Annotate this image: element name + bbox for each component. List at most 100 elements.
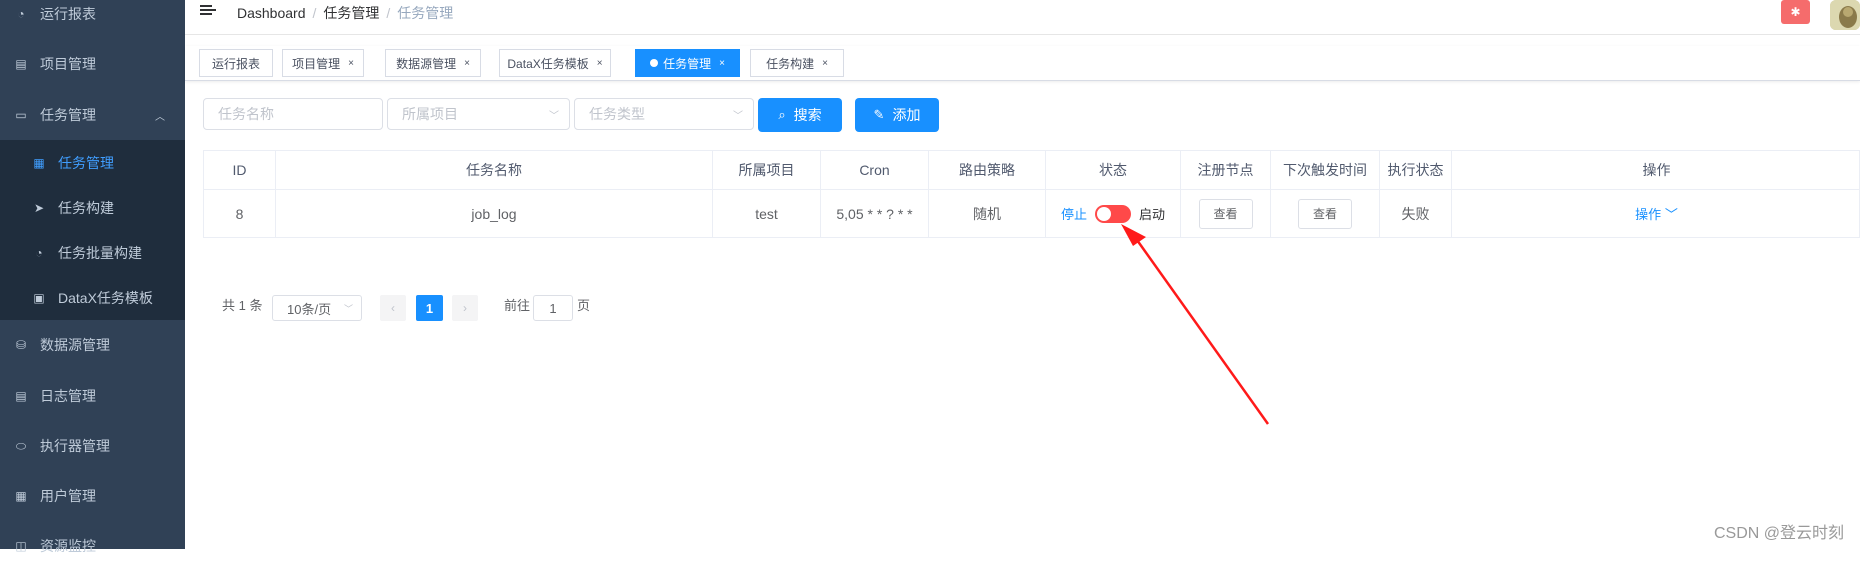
page-size-select[interactable]: 10条/页 ﹀ (272, 295, 362, 321)
tags-view: 运行报表 项目管理 × 数据源管理 × DataX任务模板 × 任务管理 × 任务构建 × (185, 46, 1860, 81)
sidebar: ◔ 运行报表 ▤ 项目管理 ▭ 任务管理 ︿ ▦ 任务管理 ➤ 任务构建 ◔ 任… (0, 0, 185, 554)
breadcrumb-current: 任务管理 (397, 5, 454, 21)
breadcrumb: Dashboard / 任务管理 / 任务管理 (237, 5, 454, 21)
bug-icon[interactable]: ✱ (1781, 0, 1810, 24)
column-header: 执行状态 (1380, 151, 1452, 189)
project-icon: ▤ (15, 57, 27, 71)
tag-task-build[interactable]: 任务构建 × (750, 49, 844, 77)
column-header: 下次触发时间 (1271, 151, 1380, 189)
tag-project[interactable]: 项目管理 × (282, 49, 364, 77)
dashboard-icon: ◔ (35, 245, 43, 260)
avatar[interactable] (1830, 0, 1860, 30)
cell-status: 停止 启动 (1046, 189, 1181, 238)
sidebar-item-label: 用户管理 (40, 488, 96, 504)
sidebar-item-log[interactable]: ▤ 日志管理 (0, 371, 185, 421)
sidebar-subitem-task-build[interactable]: ➤ 任务构建 (0, 185, 185, 230)
monitor-icon: ▭ (15, 108, 27, 122)
annotation-arrow (1121, 224, 1270, 425)
database-icon: ⛁ (15, 338, 27, 352)
cell-cron: 5,05 * * ? * * (821, 189, 929, 238)
column-header: 操作 (1642, 162, 1671, 178)
user-table-icon: ▦ (15, 489, 27, 503)
status-off-label[interactable]: 停止 (1061, 204, 1087, 223)
column-header: Cron (821, 151, 929, 189)
close-icon[interactable]: × (719, 58, 725, 69)
close-icon[interactable]: × (348, 58, 354, 69)
tag-datax-template[interactable]: DataX任务模板 × (499, 49, 611, 77)
sidebar-subitem-label: 任务管理 (58, 154, 114, 171)
cell-project: test (713, 189, 821, 238)
close-icon[interactable]: × (464, 58, 470, 69)
edit-icon: ✎ (873, 107, 885, 122)
page-unit-label: 页 (577, 298, 591, 313)
executor-icon: ⬭ (15, 438, 27, 453)
task-name-input[interactable]: 任务名称 (203, 98, 383, 130)
sidebar-item-datasource[interactable]: ⛁ 数据源管理 (0, 320, 185, 370)
tag-task-manage[interactable]: 任务管理 × (635, 49, 740, 77)
project-select[interactable]: 所属项目 ﹀ (387, 98, 570, 130)
watermark: CSDN @登云时刻 (1713, 525, 1844, 542)
clipboard-icon: ▣ (33, 290, 45, 305)
task-type-select[interactable]: 任务类型 ﹀ (574, 98, 754, 130)
sidebar-subitem-task-batch-build[interactable]: ◔ 任务批量构建 (0, 230, 185, 275)
sidebar-subitem-datax-template[interactable]: ▣ DataX任务模板 (0, 275, 185, 320)
column-header: 注册节点 (1181, 151, 1271, 189)
cell-route: 随机 (929, 189, 1046, 238)
page-number[interactable]: 1 (416, 295, 443, 321)
send-icon: ➤ (33, 200, 45, 215)
sidebar-item-resource[interactable]: ◫ 资源监控 (0, 521, 185, 571)
sidebar-subitem-task-manage[interactable]: ▦ 任务管理 (0, 140, 185, 185)
search-button[interactable]: ⌕ 搜索 (758, 98, 842, 132)
tag-report[interactable]: 运行报表 (199, 49, 273, 77)
sidebar-item-label: 资源监控 (40, 538, 96, 554)
add-button[interactable]: ✎ 添加 (855, 98, 939, 132)
sidebar-item-task[interactable]: ▭ 任务管理 ︿ (0, 90, 185, 140)
close-icon[interactable]: × (822, 58, 828, 69)
sidebar-item-label: 执行器管理 (40, 438, 110, 454)
column-header: 路由策略 (929, 151, 1046, 189)
cell-register-node: 查看 (1181, 189, 1271, 238)
breadcrumb-item: 任务管理 (323, 5, 380, 21)
sidebar-subitem-label: DataX任务模板 (58, 289, 153, 306)
sidebar-subitem-label: 任务构建 (58, 199, 114, 216)
view-next-trigger-button[interactable]: 查看 (1298, 198, 1352, 229)
goto-label: 前往 (504, 298, 531, 313)
sidebar-item-label: 项目管理 (40, 56, 96, 72)
dashboard-icon: ◔ (17, 7, 25, 21)
tag-datasource[interactable]: 数据源管理 × (385, 49, 481, 77)
chevron-down-icon: ﹀ (549, 111, 559, 122)
hamburger-icon[interactable] (200, 3, 216, 17)
breadcrumb-item[interactable]: Dashboard (237, 5, 306, 21)
column-header: 任务名称 (276, 151, 713, 189)
navbar: Dashboard / 任务管理 / 任务管理 (185, 0, 1860, 35)
cell-action: 操作 ﹀ (1452, 189, 1860, 238)
goto-page-input[interactable]: 1 (533, 295, 573, 321)
task-table: ID 任务名称 所属项目 Cron 路由策略 状态 注册节点 下次触发时间 执行… (203, 150, 1860, 238)
column-header: 所属项目 (713, 151, 821, 189)
column-header: 状态 (1046, 151, 1181, 189)
sidebar-item-user[interactable]: ▦ 用户管理 (0, 471, 185, 521)
chevron-down-icon: ﹀ (733, 111, 743, 122)
search-icon: ⌕ (778, 107, 786, 122)
sidebar-item-executor[interactable]: ⬭ 执行器管理 (0, 421, 185, 471)
sidebar-item-label: 任务管理 (40, 107, 96, 123)
cell-exec-status: 失败 (1380, 189, 1452, 238)
action-dropdown[interactable]: 操作 ﹀ (1635, 204, 1678, 223)
prev-page-button[interactable]: ‹ (380, 295, 406, 321)
sidebar-item-project[interactable]: ▤ 项目管理 (0, 39, 185, 89)
cell-task-name: job_log (276, 189, 713, 238)
column-header: ID (204, 151, 276, 189)
view-register-button[interactable]: 查看 (1198, 198, 1253, 229)
close-icon[interactable]: × (597, 58, 603, 69)
status-on-label[interactable]: 启动 (1139, 204, 1165, 223)
cell-next-trigger: 查看 (1271, 189, 1380, 238)
pagination-total: 共 1 条 (222, 298, 263, 313)
sidebar-item-report[interactable]: ◔ 运行报表 (0, 0, 185, 39)
chevron-down-icon: ﹀ (1664, 207, 1678, 222)
next-page-button[interactable]: › (452, 295, 478, 321)
sidebar-item-label: 运行报表 (40, 6, 96, 22)
sidebar-subitem-label: 任务批量构建 (58, 244, 142, 261)
status-toggle[interactable] (1095, 204, 1131, 223)
log-icon: ▤ (15, 389, 27, 403)
chevron-up-icon: ︿ (155, 111, 165, 123)
